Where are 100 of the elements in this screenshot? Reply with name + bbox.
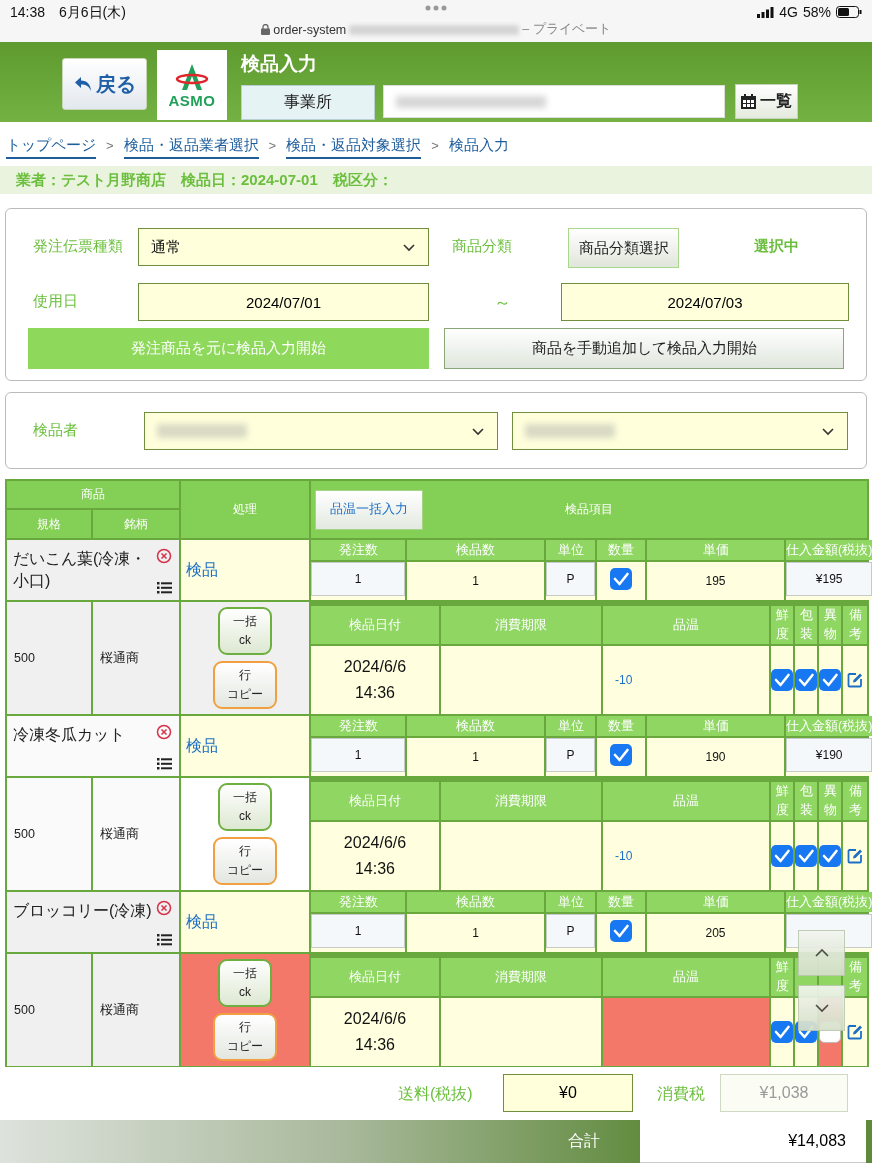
bulk-check-button[interactable]: 一括 ck <box>218 606 272 655</box>
url-text: order-system <box>273 22 347 37</box>
shipping-field[interactable]: ¥0 <box>503 1074 633 1112</box>
column-header: 品温 <box>603 782 769 820</box>
column-header: 検品日付 <box>311 606 439 644</box>
remove-icon[interactable] <box>156 548 172 564</box>
column-header: 仕入金額(税抜) <box>786 716 872 736</box>
checked-checkbox[interactable] <box>610 744 632 766</box>
lock-icon <box>261 24 271 35</box>
column-header: 規格 <box>7 510 91 538</box>
inspect-link[interactable]: 検品 <box>181 716 309 776</box>
column-header: 鮮度 <box>774 783 790 819</box>
checked-checkbox[interactable] <box>771 1021 793 1043</box>
expiry-date-field[interactable] <box>441 646 601 714</box>
brand-cell: 桜通商 <box>93 602 179 714</box>
breadcrumb-link[interactable]: トップページ <box>6 135 96 159</box>
column-header: 消費期限 <box>441 782 601 820</box>
column-header: 仕入金額(税抜) <box>786 892 872 912</box>
ordered-quantity: 1 <box>311 914 405 948</box>
inspected-quantity[interactable]: 1 <box>472 750 479 764</box>
inspected-quantity[interactable]: 1 <box>472 926 479 940</box>
list-icon[interactable] <box>156 581 172 594</box>
column-header: 処理 <box>181 481 309 538</box>
bulk-temperature-button[interactable]: 品温一括入力 <box>315 489 423 530</box>
edit-icon[interactable] <box>847 848 863 864</box>
status-date: 6月6日(木) <box>59 4 126 22</box>
column-header: 発注数 <box>311 716 405 736</box>
list-icon[interactable] <box>156 933 172 946</box>
column-header: 単位 <box>546 892 595 912</box>
checked-checkbox[interactable] <box>771 669 793 691</box>
breadcrumb-separator: > <box>268 137 277 155</box>
column-header: 数量 <box>597 540 645 560</box>
field-label: 商品分類 <box>452 237 512 256</box>
list-button[interactable]: 一覧 <box>735 84 798 119</box>
column-header: 包装 <box>798 607 814 643</box>
bulk-check-button[interactable]: 一括 ck <box>218 782 272 831</box>
inspect-link[interactable]: 検品 <box>181 540 309 600</box>
edit-icon[interactable] <box>847 672 863 688</box>
office-field[interactable] <box>383 85 725 118</box>
calendar-icon <box>741 94 756 109</box>
column-header: 備考 <box>843 782 867 820</box>
inspector-select[interactable] <box>512 412 848 450</box>
column-header: 検品数 <box>407 716 544 736</box>
copy-row-button[interactable]: 行 コピー <box>213 1013 277 1062</box>
column-header: 商品 <box>7 481 179 508</box>
category-select-button[interactable]: 商品分類選択 <box>568 228 679 268</box>
expiry-date-field[interactable] <box>441 998 601 1066</box>
end-date-field[interactable]: 2024/07/03 <box>561 283 849 321</box>
list-icon[interactable] <box>156 757 172 770</box>
copy-row-button[interactable]: 行 コピー <box>213 661 277 710</box>
inspected-quantity[interactable]: 1 <box>472 574 479 588</box>
column-header: 数量 <box>597 892 645 912</box>
inspect-link[interactable]: 検品 <box>181 892 309 952</box>
column-header: 検品数 <box>407 892 544 912</box>
product-name: だいこん葉(冷凍・小口) <box>13 549 148 591</box>
column-header: 銘柄 <box>93 510 179 538</box>
expiry-date-field[interactable] <box>441 822 601 890</box>
private-label: – プライベート <box>522 21 611 38</box>
bulk-check-button[interactable]: 一括 ck <box>218 958 272 1007</box>
column-header: 異物 <box>822 783 838 819</box>
temperature-value[interactable]: -10 <box>615 849 633 863</box>
total-amount: ¥14,083 <box>640 1120 866 1163</box>
inspector-select[interactable] <box>144 412 498 450</box>
more-dots-icon[interactable] <box>424 4 448 12</box>
checked-checkbox[interactable] <box>610 568 632 590</box>
battery-icon <box>836 6 862 18</box>
column-header: 備考 <box>843 606 867 644</box>
temperature-field[interactable] <box>603 998 769 1066</box>
page-title: 検品入力 <box>241 52 317 76</box>
checked-checkbox[interactable] <box>610 920 632 942</box>
remove-icon[interactable] <box>156 724 172 740</box>
checked-checkbox[interactable] <box>795 669 817 691</box>
category-status: 選択中 <box>754 237 799 256</box>
breadcrumb-separator: > <box>106 137 114 155</box>
slip-type-select[interactable]: 通常 <box>138 228 429 266</box>
spec-cell: 500 <box>7 602 91 714</box>
remove-icon[interactable] <box>156 900 172 916</box>
start-date-field[interactable]: 2024/07/01 <box>138 283 429 321</box>
column-header: 仕入金額(税抜) <box>786 540 872 560</box>
back-button[interactable]: 戻る <box>62 58 147 110</box>
range-separator: ～ <box>494 292 511 314</box>
inspection-date: 2024/6/6 <box>343 834 407 852</box>
edit-icon[interactable] <box>847 1024 863 1040</box>
breadcrumb-link[interactable]: 検品・返品対象選択 <box>286 135 422 159</box>
unit-cell: P <box>546 562 595 596</box>
temperature-value[interactable]: -10 <box>615 673 633 687</box>
checked-checkbox[interactable] <box>771 845 793 867</box>
column-header: 鮮度 <box>774 607 790 643</box>
column-header: 備考 <box>843 958 867 996</box>
column-header: 単位 <box>546 540 595 560</box>
breadcrumb-current: 検品入力 <box>448 135 509 155</box>
chevron-down-icon <box>471 425 485 437</box>
start-manual-button[interactable]: 商品を手動追加して検品入力開始 <box>444 328 844 369</box>
breadcrumb-link[interactable]: 検品・返品業者選択 <box>123 135 259 159</box>
checked-checkbox[interactable] <box>795 845 817 867</box>
checked-checkbox[interactable] <box>819 669 841 691</box>
copy-row-button[interactable]: 行 コピー <box>213 837 277 886</box>
checked-checkbox[interactable] <box>819 845 841 867</box>
column-header: 単価 <box>647 892 784 912</box>
supplier-summary: 業者：テスト月野商店 検品日：2024-07-01 税区分： <box>0 166 872 194</box>
